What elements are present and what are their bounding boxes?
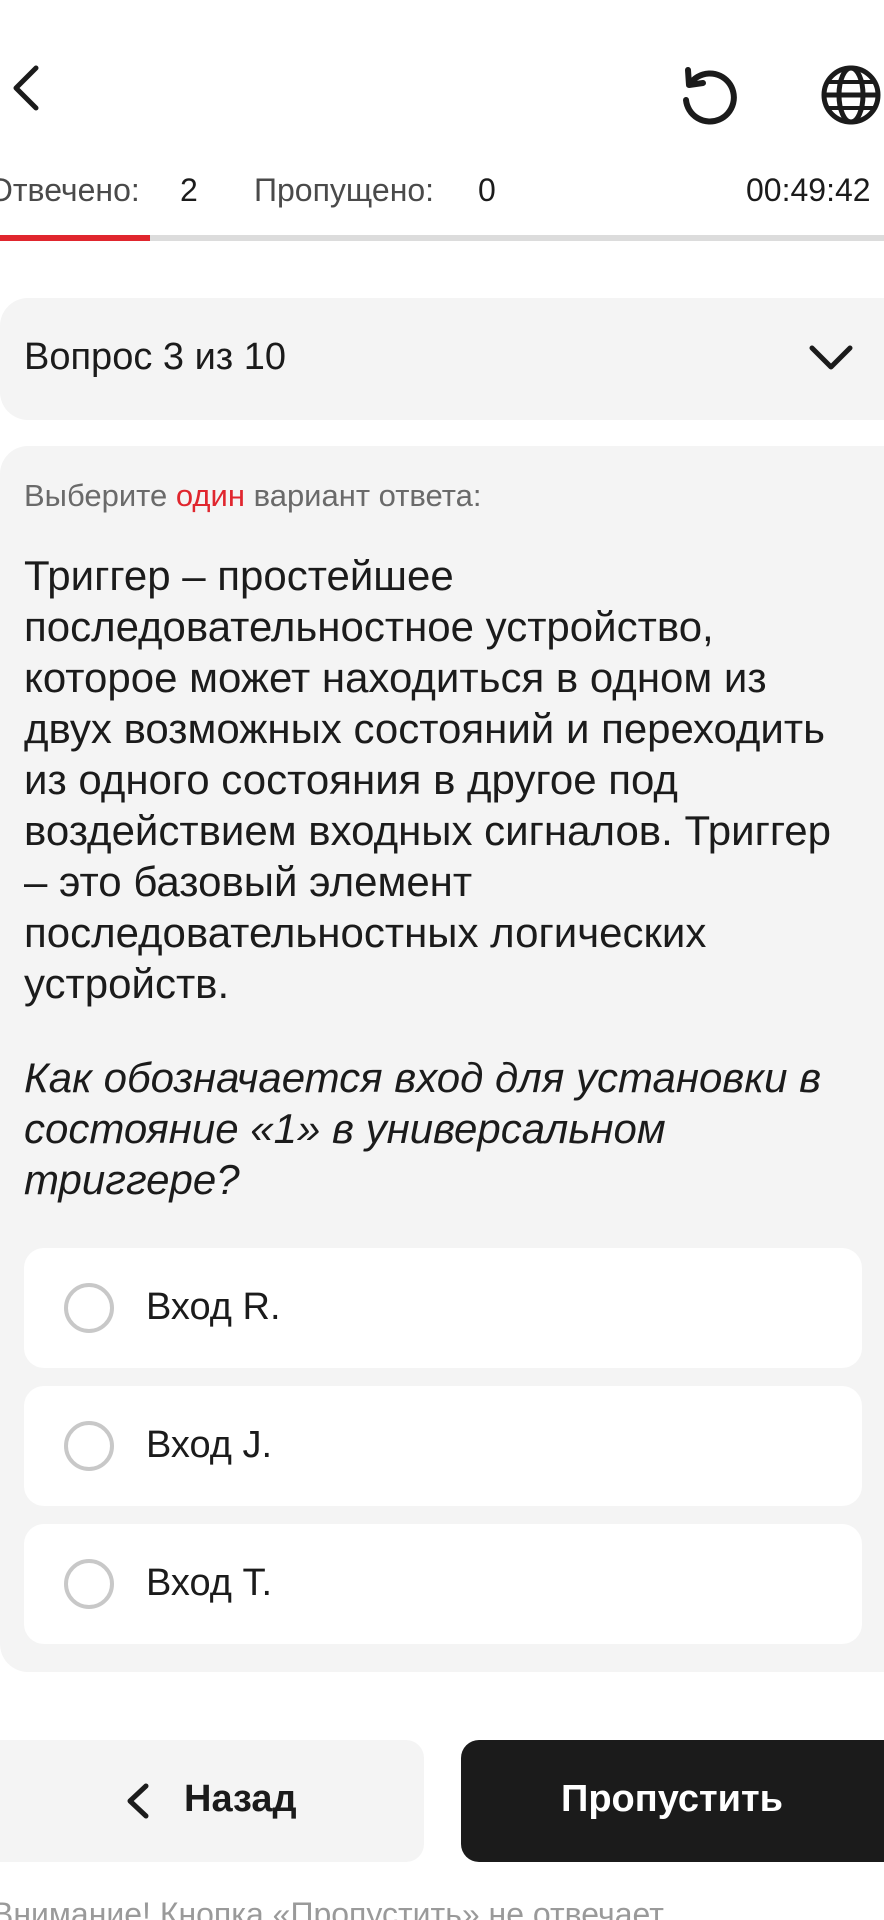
radio-unchecked-icon[interactable] xyxy=(64,1283,114,1333)
chevron-left-icon[interactable] xyxy=(6,60,46,116)
refresh-icon[interactable] xyxy=(676,62,742,128)
answer-label: Вход J. xyxy=(146,1424,273,1466)
timer: 00:49:42 xyxy=(746,172,871,208)
instruction-accent: один xyxy=(175,478,245,513)
answered-label: Отвечено: xyxy=(0,172,140,208)
globe-icon[interactable] xyxy=(818,62,884,128)
question-counter: Вопрос 3 из 10 xyxy=(24,336,287,378)
answer-label: Вход T. xyxy=(146,1562,273,1604)
radio-unchecked-icon[interactable] xyxy=(64,1559,114,1609)
instruction-text: Выберите xyxy=(24,478,176,513)
radio-unchecked-icon[interactable] xyxy=(64,1421,114,1471)
skipped-count: 0 xyxy=(478,172,496,208)
question-text: Триггер – простейшее последовательностно… xyxy=(24,552,832,1007)
chevron-left-icon xyxy=(127,1783,149,1819)
question-selector[interactable]: Вопрос 3 из 10 xyxy=(0,298,884,420)
answer-option-t[interactable]: Вход T. xyxy=(24,1524,862,1644)
answered-count: 2 xyxy=(180,172,198,208)
skip-button-label: Пропустить xyxy=(561,1778,783,1820)
stats-row: Отвечено: 2 Пропущено: 0 00:49:42 xyxy=(0,172,884,220)
skip-warning-note: Внимание! Кнопка «Пропустить» не отвечае… xyxy=(0,1896,664,1920)
back-button[interactable]: Назад xyxy=(0,1740,424,1862)
answer-label: Вход R. xyxy=(146,1286,281,1328)
skipped-label: Пропущено: xyxy=(254,172,435,208)
top-bar xyxy=(0,0,884,170)
skip-button[interactable]: Пропустить xyxy=(461,1740,884,1862)
question-card: Выберите один вариант ответа: Триггер – … xyxy=(0,446,884,1672)
answer-list: Вход R. Вход J. Вход T. xyxy=(24,1248,862,1662)
answer-option-r[interactable]: Вход R. xyxy=(24,1248,862,1368)
question-prompt: Как обозначается вход для установки в со… xyxy=(24,1054,822,1203)
progress-fill xyxy=(0,235,151,241)
chevron-down-icon[interactable] xyxy=(808,338,854,378)
progress-bar xyxy=(0,235,884,241)
instruction-text-end: вариант ответа: xyxy=(244,478,482,513)
back-button-label: Назад xyxy=(184,1778,297,1820)
answer-instruction: Выберите один вариант ответа: xyxy=(24,478,481,514)
test-screen: Отвечено: 2 Пропущено: 0 00:49:42 Вопрос… xyxy=(0,0,884,1920)
answer-option-j[interactable]: Вход J. xyxy=(24,1386,862,1506)
